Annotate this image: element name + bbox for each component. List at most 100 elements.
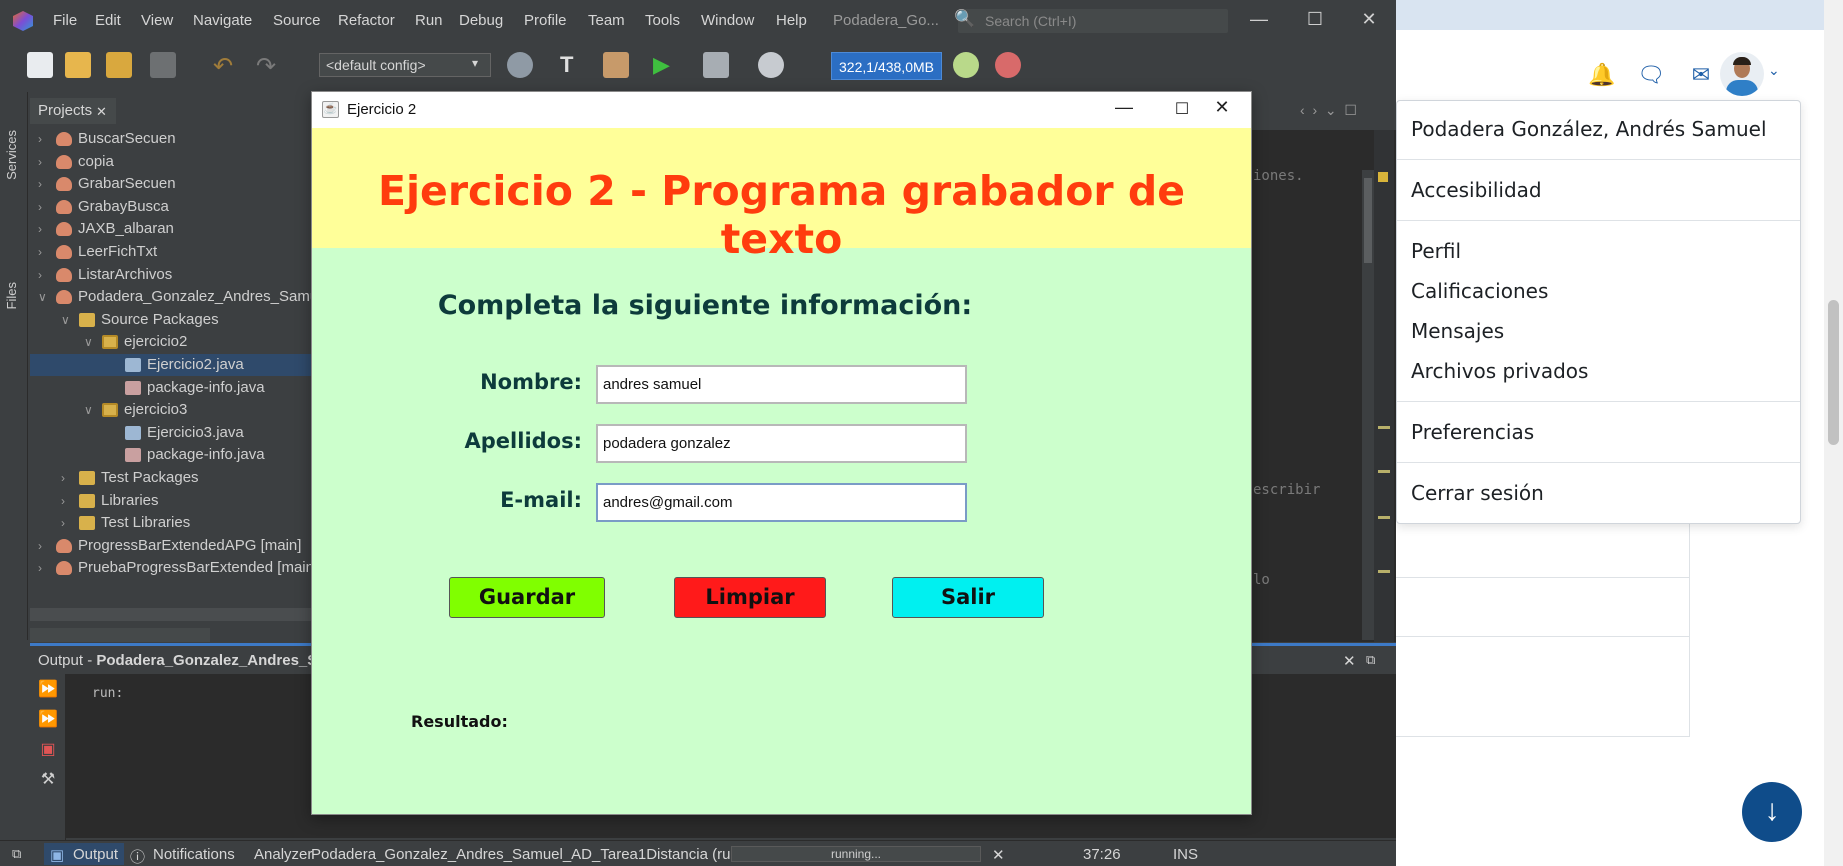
tree-item[interactable]: › Libraries <box>30 490 320 512</box>
status-notifications[interactable]: Notifications <box>153 846 235 863</box>
tree-item[interactable]: › LeerFichTxt <box>30 241 320 263</box>
menu-item-preferencias[interactable]: Preferencias <box>1411 420 1534 444</box>
menu-item-accesibilidad[interactable]: Accesibilidad <box>1411 178 1542 202</box>
close-button[interactable]: ✕ <box>1354 9 1384 30</box>
menu-view[interactable]: View <box>141 12 173 29</box>
status-analyzer[interactable]: Analyzer <box>254 846 312 863</box>
menu-navigate[interactable]: Navigate <box>193 12 252 29</box>
line-marker[interactable] <box>1378 426 1390 429</box>
chevron-right-icon[interactable]: › <box>38 128 42 150</box>
tree-item[interactable]: › GrabarSecuen <box>30 173 320 195</box>
tree-item[interactable]: › Test Packages <box>30 467 320 489</box>
debug-icon[interactable] <box>703 52 729 78</box>
chevron-right-icon[interactable]: › <box>38 218 42 240</box>
dialog-titlebar[interactable]: ☕ Ejercicio 2 — ☐ ✕ <box>312 92 1251 128</box>
build-hammer-icon[interactable]: T <box>560 52 586 78</box>
clean-build-icon[interactable] <box>603 52 629 78</box>
tree-item[interactable]: › GrabayBusca <box>30 196 320 218</box>
globe-icon[interactable] <box>507 52 533 78</box>
chevron-right-icon[interactable]: › <box>61 467 65 489</box>
apellidos-input[interactable] <box>596 424 967 463</box>
tree-item[interactable]: › BuscarSecuen <box>30 128 320 150</box>
tab-navigator[interactable] <box>30 628 210 642</box>
maximize-button[interactable]: ☐ <box>1300 9 1330 30</box>
salir-button[interactable]: Salir <box>892 577 1044 618</box>
chevron-right-icon[interactable]: › <box>38 151 42 173</box>
envelope-icon[interactable]: ✉ <box>1686 60 1716 90</box>
dialog-close-button[interactable]: ✕ <box>1202 97 1242 118</box>
restore-window-icon[interactable]: ⧉ <box>12 846 21 862</box>
line-marker[interactable] <box>1378 516 1390 519</box>
tree-item[interactable]: package-info.java <box>30 444 320 466</box>
menu-item-calificaciones[interactable]: Calificaciones <box>1411 279 1548 303</box>
chevron-down-icon[interactable]: ▾ <box>472 56 478 70</box>
dialog-maximize-button[interactable]: ☐ <box>1162 99 1202 119</box>
chevron-right-icon[interactable]: › <box>61 490 65 512</box>
tree-item[interactable]: Ejercicio2.java <box>30 354 320 376</box>
menu-refactor[interactable]: Refactor <box>338 12 395 29</box>
tab-files[interactable]: Files <box>4 282 19 309</box>
tree-item[interactable]: › ListarArchivos <box>30 264 320 286</box>
rerun-params-icon[interactable]: ⏩ <box>38 710 58 730</box>
menu-user-name[interactable]: Podadera González, Andrés Samuel <box>1411 117 1767 141</box>
tree-item[interactable]: ∨ ejercicio3 <box>30 399 320 421</box>
tree-item[interactable]: › ProgressBarExtendedAPG [main] <box>30 535 320 557</box>
menu-item-mensajes[interactable]: Mensajes <box>1411 319 1504 343</box>
undo-icon[interactable]: ↶ <box>213 52 239 80</box>
new-file-icon[interactable] <box>27 52 53 78</box>
tree-item[interactable]: › PruebaProgressBarExtended [main] <box>30 557 320 579</box>
chevron-right-icon[interactable]: › <box>38 173 42 195</box>
menu-profile[interactable]: Profile <box>524 12 567 29</box>
profile-icon[interactable] <box>758 52 784 78</box>
scroll-down-button[interactable]: ↓ <box>1742 782 1802 842</box>
menu-run[interactable]: Run <box>415 12 443 29</box>
avatar[interactable] <box>1720 52 1764 96</box>
menu-help[interactable]: Help <box>776 12 807 29</box>
tree-item[interactable]: › Test Libraries <box>30 512 320 534</box>
editor-tab-navigation[interactable]: ‹ › ⌄ ☐ <box>1300 102 1396 124</box>
chevron-down-icon[interactable]: ∨ <box>38 286 47 308</box>
menu-file[interactable]: File <box>53 12 77 29</box>
email-field[interactable] <box>596 483 967 522</box>
dialog-minimize-button[interactable]: — <box>1104 97 1144 118</box>
menu-item-cerrar-sesion[interactable]: Cerrar sesión <box>1411 481 1544 505</box>
restore-icon[interactable]: ⧉ <box>1366 652 1375 668</box>
chevron-down-icon[interactable]: ∨ <box>84 399 93 421</box>
profiler-snapshot-icon[interactable] <box>995 52 1021 78</box>
limpiar-button[interactable]: Limpiar <box>674 577 826 618</box>
new-project-icon[interactable] <box>65 52 91 78</box>
chevron-right-icon[interactable]: › <box>38 264 42 286</box>
menu-debug[interactable]: Debug <box>459 12 503 29</box>
chevron-right-icon[interactable]: › <box>61 512 65 534</box>
chevron-right-icon[interactable]: › <box>38 557 42 579</box>
tree-item[interactable]: ∨ Podadera_Gonzalez_Andres_Samuel <box>30 286 330 308</box>
run-icon[interactable]: ▶ <box>653 52 679 78</box>
chevron-right-icon[interactable]: › <box>38 241 42 263</box>
rerun-icon[interactable]: ⏩ <box>38 680 58 700</box>
close-icon[interactable]: ✕ <box>96 104 107 120</box>
menu-item-perfil[interactable]: Perfil <box>1411 239 1461 263</box>
cancel-task-icon[interactable]: ✕ <box>992 846 1005 864</box>
chevron-down-icon[interactable]: ⌄ <box>1768 62 1780 79</box>
bell-icon[interactable]: 🔔 <box>1587 60 1617 90</box>
guardar-button[interactable]: Guardar <box>449 577 605 618</box>
tree-item[interactable]: ∨ ejercicio2 <box>30 331 320 353</box>
memory-indicator[interactable]: 322,1/438,0MB <box>831 52 942 80</box>
tree-item[interactable]: › copia <box>30 151 320 173</box>
chevron-down-icon[interactable]: ∨ <box>61 309 70 331</box>
chevron-right-icon[interactable]: › <box>38 196 42 218</box>
tree-item[interactable]: package-info.java <box>30 377 320 399</box>
menu-team[interactable]: Team <box>588 12 625 29</box>
menu-tools[interactable]: Tools <box>645 12 680 29</box>
chevron-right-icon[interactable]: › <box>38 535 42 557</box>
editor-scrollbar-thumb[interactable] <box>1364 178 1372 263</box>
tab-services[interactable]: Services <box>4 130 19 180</box>
line-marker[interactable] <box>1378 570 1390 573</box>
menu-edit[interactable]: Edit <box>95 12 121 29</box>
settings-icon[interactable]: ⚒ <box>38 770 58 790</box>
menu-source[interactable]: Source <box>273 12 321 29</box>
horizontal-scrollbar[interactable] <box>30 608 320 621</box>
close-icon[interactable]: ✕ <box>1343 652 1356 670</box>
line-marker[interactable] <box>1378 470 1390 473</box>
tree-item[interactable]: ∨ Source Packages <box>30 309 320 331</box>
